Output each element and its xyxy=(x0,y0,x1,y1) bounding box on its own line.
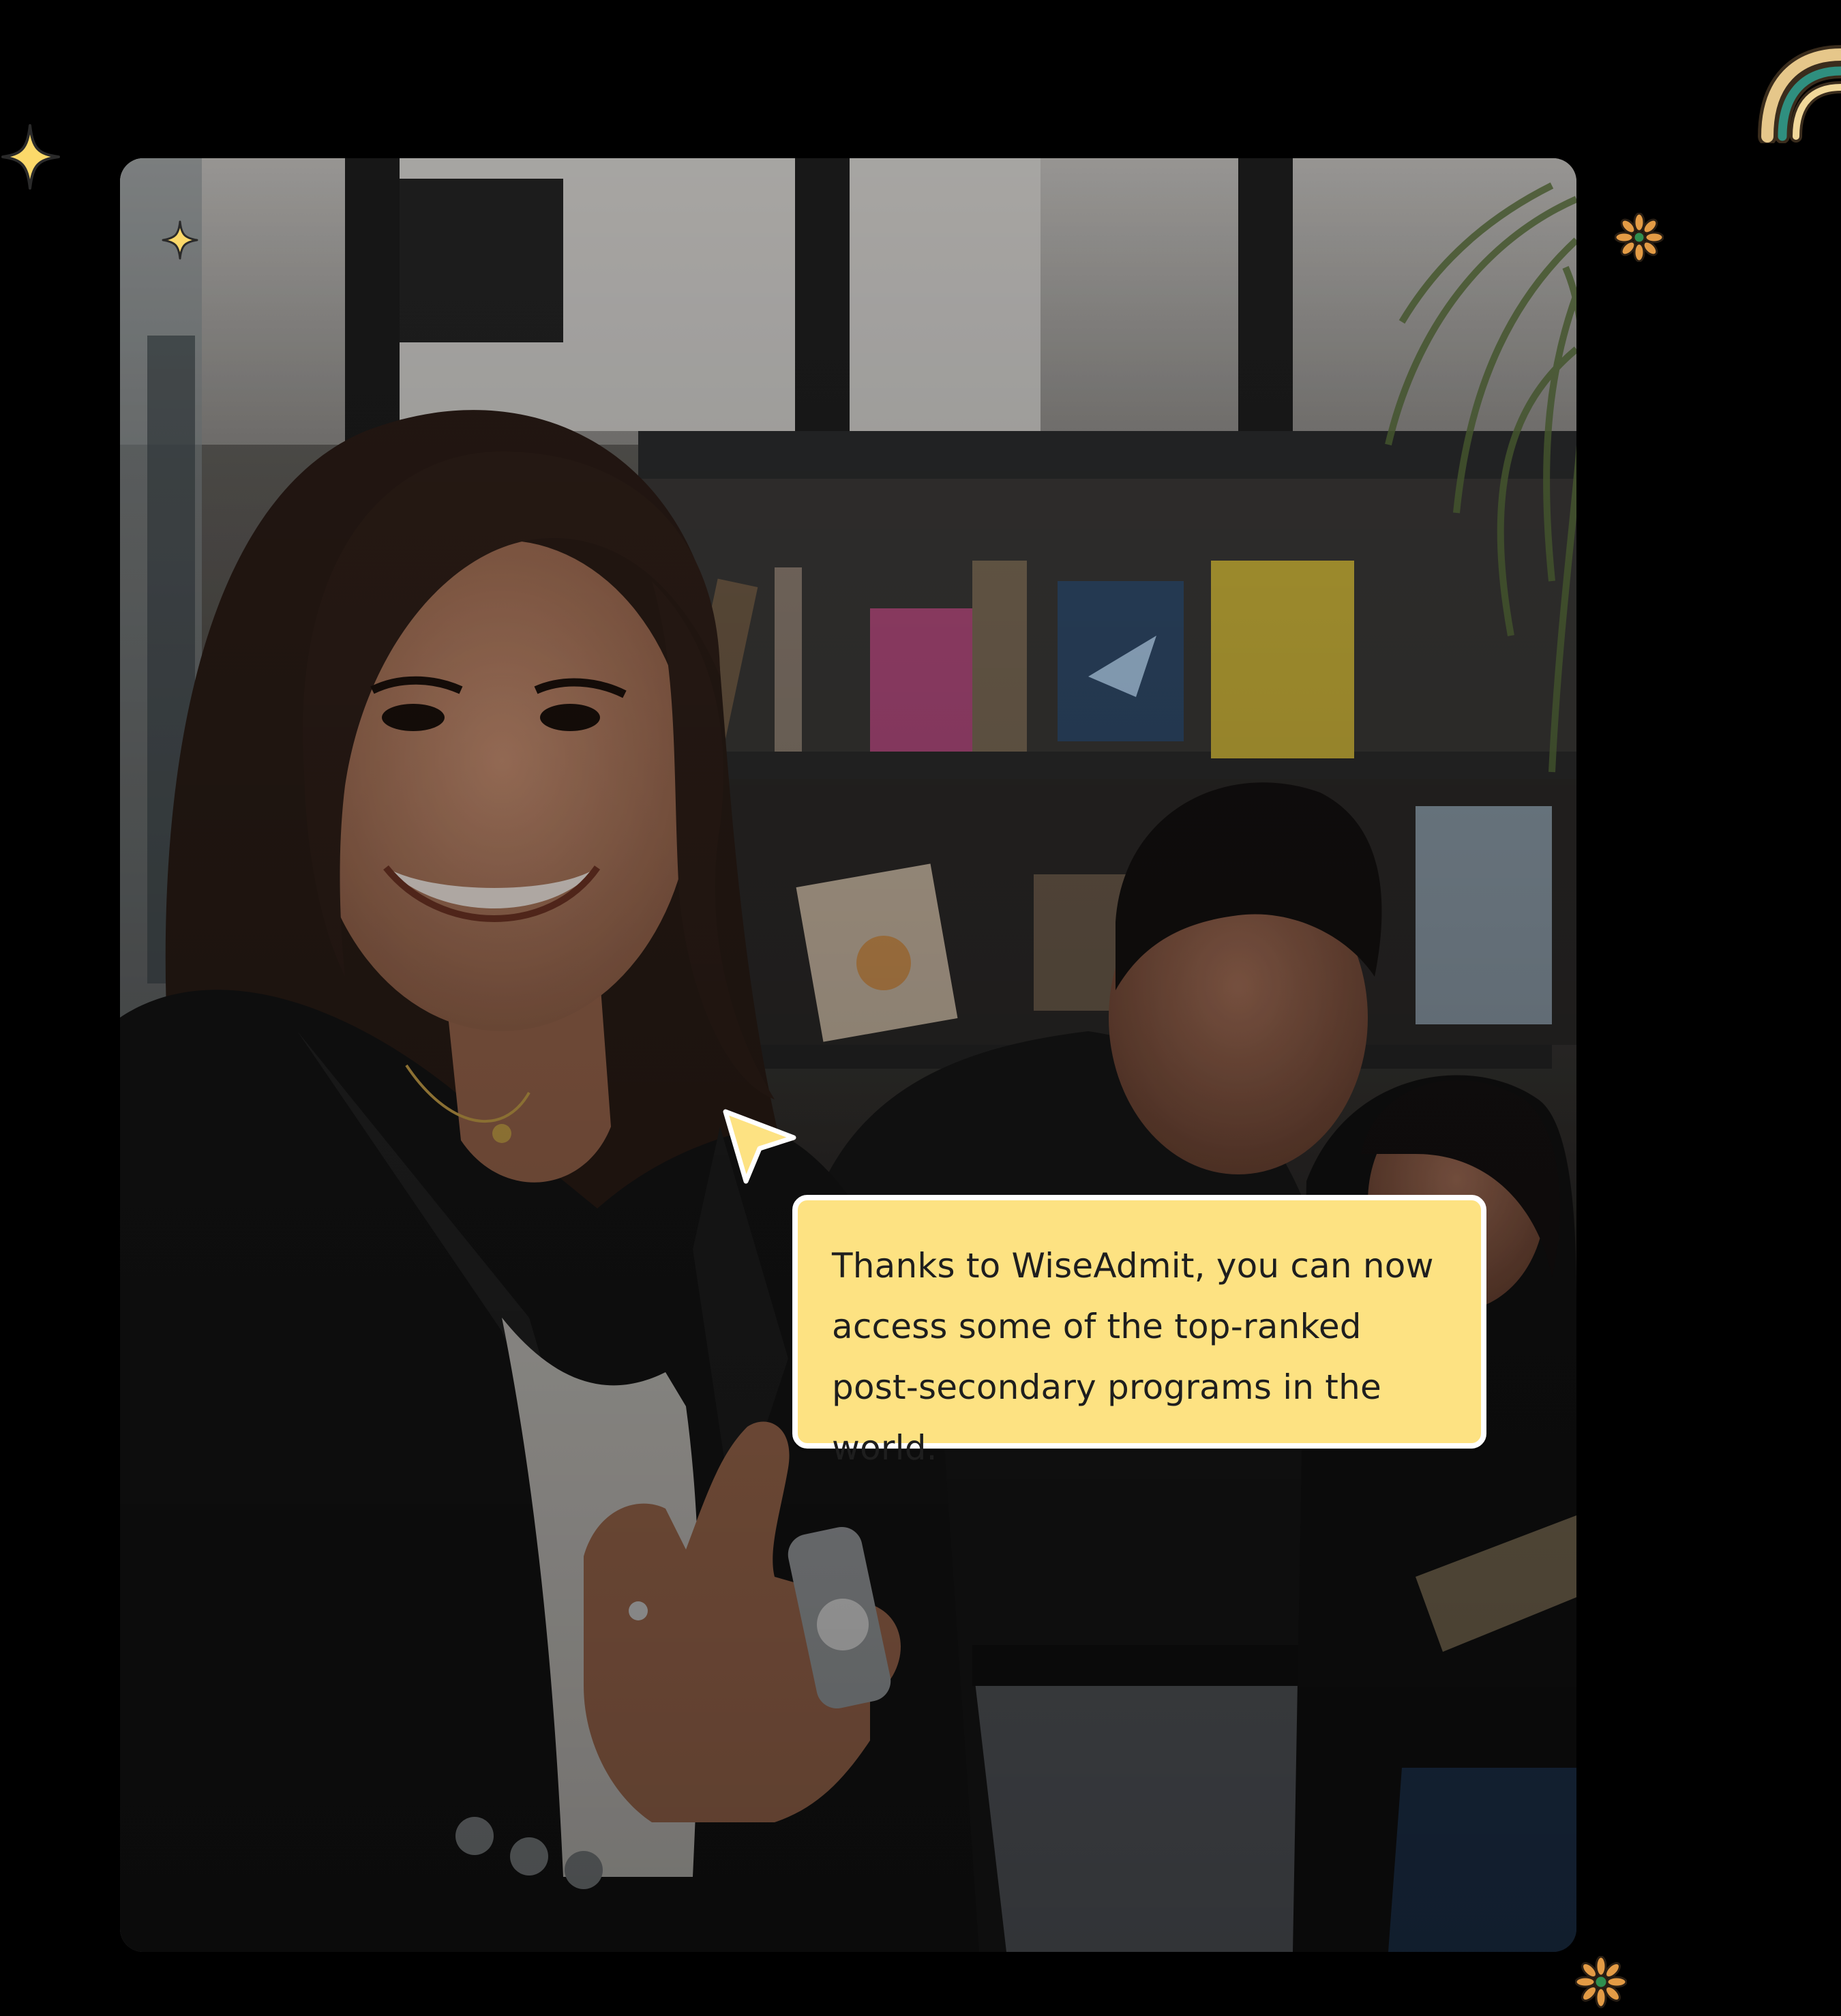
testimonial-callout: Thanks to WiseAdmit, you can now access … xyxy=(792,1195,1486,1468)
flower-icon xyxy=(1614,212,1664,263)
sparkle-small-icon xyxy=(161,220,199,261)
flower-icon xyxy=(1574,1955,1628,2013)
testimonial-text: Thanks to WiseAdmit, you can now access … xyxy=(832,1246,1434,1468)
rainbow-icon xyxy=(1756,27,1841,146)
cursor-arrow-icon xyxy=(717,1105,799,1187)
sparkle-large-icon xyxy=(0,123,61,191)
hero-photo xyxy=(120,158,1576,1952)
